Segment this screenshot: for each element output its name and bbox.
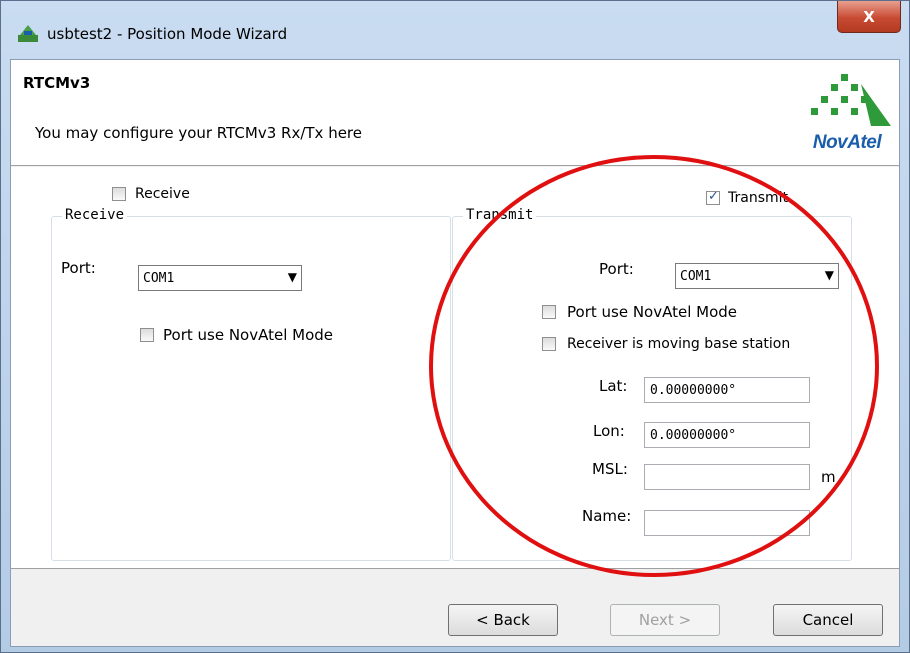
receive-novatel-mode-label: Port use NovAtel Mode xyxy=(163,326,334,344)
transmit-novatel-mode-label: Port use NovAtel Mode xyxy=(567,303,738,321)
transmit-checkbox-label: Transmit xyxy=(728,190,789,206)
next-button-label: Next > xyxy=(638,611,692,629)
close-button[interactable]: X xyxy=(837,1,901,33)
back-button[interactable]: < Back xyxy=(448,604,558,636)
transmit-group-title: Transmit xyxy=(463,207,537,223)
logo-text: NovAtel xyxy=(812,132,882,153)
msl-input[interactable] xyxy=(644,464,810,490)
msl-label: MSL: xyxy=(592,460,628,478)
receive-novatel-mode-checkbox[interactable] xyxy=(140,328,154,342)
receive-checkbox-label: Receive xyxy=(135,186,190,202)
transmit-checkbox[interactable]: ✓ xyxy=(706,189,720,205)
moving-base-label: Receiver is moving base station xyxy=(567,336,791,352)
receive-checkbox[interactable] xyxy=(112,187,126,201)
chevron-down-icon: ▼ xyxy=(824,268,834,282)
logo-triangle-icon xyxy=(811,74,891,126)
transmit-novatel-mode-checkbox[interactable] xyxy=(542,305,556,319)
wizard-window: usbtest2 - Position Mode Wizard X RTCMv3… xyxy=(0,0,910,653)
novatel-logo: NovAtel xyxy=(801,70,893,154)
check-mark-icon: ✓ xyxy=(708,189,719,204)
wizard-header: RTCMv3 You may configure your RTCMv3 Rx/… xyxy=(11,60,899,166)
back-button-label: < Back xyxy=(476,611,530,629)
next-button[interactable]: Next > xyxy=(610,604,720,636)
transmit-port-value: COM1 xyxy=(680,269,712,284)
transmit-port-select[interactable]: COM1 ▼ xyxy=(675,263,839,289)
cancel-button[interactable]: Cancel xyxy=(773,604,883,636)
receive-port-label: Port: xyxy=(61,259,96,277)
transmit-group: Transmit Port: COM1 ▼ Port use NovAtel M… xyxy=(452,207,852,561)
receive-port-value: COM1 xyxy=(143,271,175,286)
chevron-down-icon: ▼ xyxy=(287,270,297,284)
page-subtitle: You may configure your RTCMv3 Rx/Tx here xyxy=(35,124,362,142)
lat-input[interactable]: 0.00000000° xyxy=(644,377,810,403)
lon-input[interactable]: 0.00000000° xyxy=(644,422,810,448)
wizard-footer: < Back Next > Cancel xyxy=(11,570,899,646)
transmit-port-label: Port: xyxy=(599,260,634,278)
page-title: RTCMv3 xyxy=(23,74,91,92)
receive-group-title: Receive xyxy=(62,207,128,223)
receive-port-select[interactable]: COM1 ▼ xyxy=(138,265,302,291)
lat-value: 0.00000000° xyxy=(650,383,737,398)
moving-base-checkbox[interactable] xyxy=(542,337,556,351)
cancel-button-label: Cancel xyxy=(802,611,854,629)
lon-value: 0.00000000° xyxy=(650,428,737,443)
msl-unit: m xyxy=(821,468,836,486)
receive-group: Receive Port: COM1 ▼ Port use NovAtel Mo… xyxy=(51,207,451,561)
title-bar[interactable]: usbtest2 - Position Mode Wizard X xyxy=(1,1,909,59)
wizard-body: Receive ✓ Transmit Receive Port: COM1 ▼ … xyxy=(11,167,899,569)
name-input[interactable] xyxy=(644,510,810,536)
wizard-client: RTCMv3 You may configure your RTCMv3 Rx/… xyxy=(10,59,900,647)
window-title: usbtest2 - Position Mode Wizard xyxy=(47,25,288,43)
name-label: Name: xyxy=(582,507,632,525)
lat-label: Lat: xyxy=(599,377,628,395)
lon-label: Lon: xyxy=(593,422,625,440)
app-icon xyxy=(18,25,38,42)
